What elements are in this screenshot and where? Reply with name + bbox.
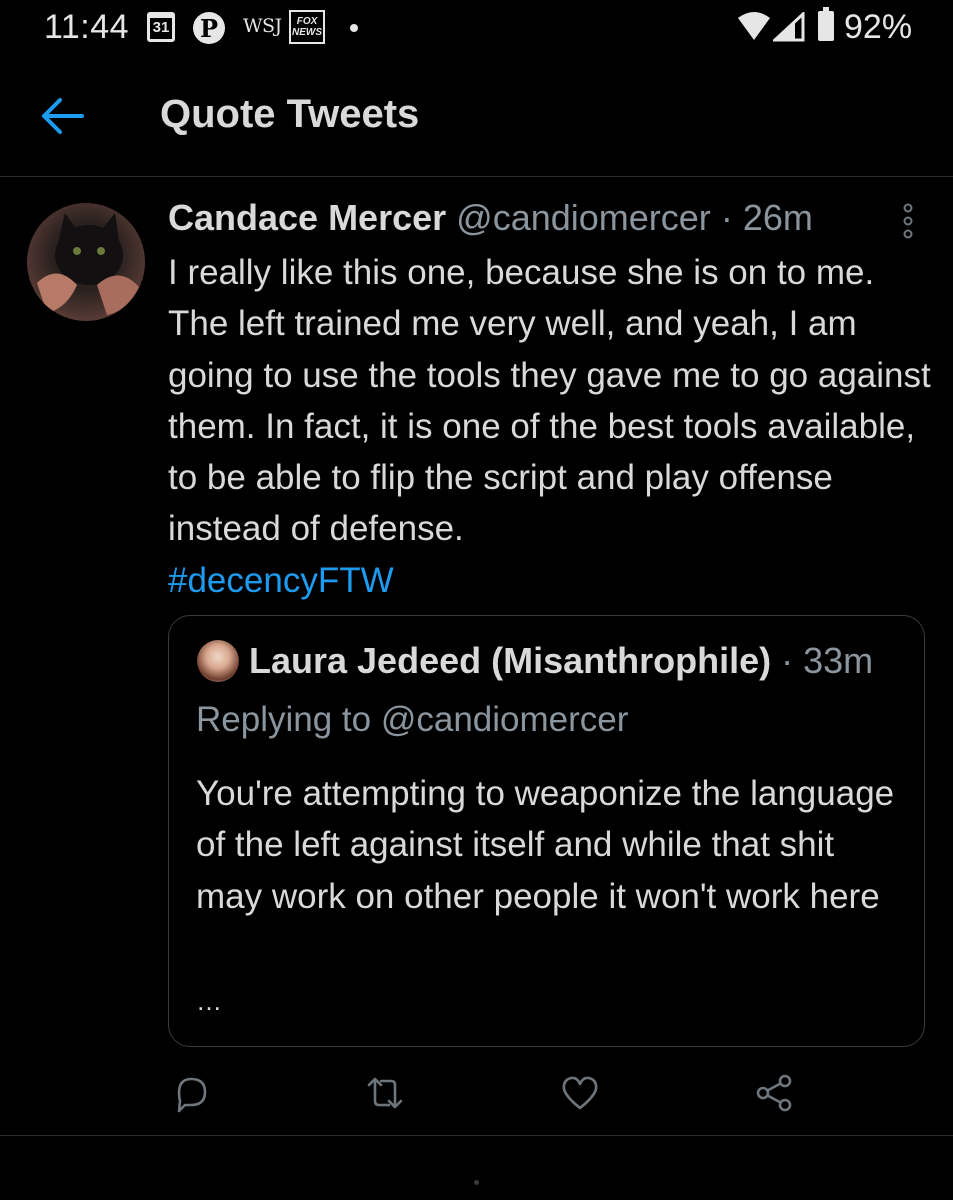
fox-label-line1: FOX (296, 16, 318, 27)
meta-separator: · (720, 197, 733, 238)
back-button[interactable] (38, 94, 86, 138)
quoted-tweet-header: Laura Jedeed (Misanthrophile) · 33m (249, 640, 873, 682)
battery-percent: 92% (844, 8, 913, 46)
share-icon (756, 1074, 792, 1112)
arrow-left-icon (42, 98, 84, 134)
quoted-tweet-text: You're attempting to weaponize the langu… (196, 774, 895, 916)
quoted-meta-separator: · (781, 640, 794, 681)
fox-label-line2: NEWS (292, 27, 322, 38)
scroll-indicator-dot (474, 1180, 479, 1185)
quoted-tweet-time: 33m (803, 640, 874, 681)
quoted-ellipsis: … (196, 986, 222, 1016)
author-name[interactable]: Candace Mercer (168, 197, 446, 238)
retweet-icon (367, 1077, 403, 1109)
quoted-author-name: Laura Jedeed (Misanthrophile) (249, 640, 772, 681)
tweet-text: I really like this one, because she is o… (168, 247, 938, 606)
retweet-button[interactable] (365, 1073, 405, 1113)
like-button[interactable] (560, 1073, 600, 1113)
quoted-avatar (197, 640, 239, 682)
share-button[interactable] (754, 1073, 794, 1113)
cat-avatar-icon (37, 213, 139, 315)
wsj-icon: WSJ (243, 15, 282, 37)
tweet-time: 26m (742, 197, 813, 238)
tweet-body-text: I really like this one, because she is o… (168, 253, 931, 549)
status-time: 11:44 (44, 8, 130, 46)
status-bar: 11:44 31 P WSJ FOX NEWS 92% (0, 0, 953, 58)
header: Quote Tweets (0, 58, 953, 177)
tweet-header: Candace Mercer @candiomercer · 26m (168, 197, 813, 239)
quoted-tweet-card[interactable]: Laura Jedeed (Misanthrophile) · 33m Repl… (168, 615, 925, 1047)
pinterest-icon: P (193, 12, 225, 44)
notification-dot-icon (350, 24, 358, 32)
hashtag-link[interactable]: #decencyFTW (168, 561, 394, 600)
signal-icon (773, 12, 805, 42)
battery-icon (818, 7, 834, 41)
calendar-icon: 31 (147, 12, 175, 42)
fox-news-icon: FOX NEWS (289, 10, 325, 44)
page-title: Quote Tweets (160, 92, 420, 136)
replying-to-label: Replying to @candiomercer (196, 700, 629, 739)
avatar[interactable] (27, 203, 145, 321)
reply-button[interactable] (171, 1073, 211, 1113)
like-icon (562, 1076, 598, 1110)
more-options-icon[interactable] (900, 203, 916, 239)
reply-icon (177, 1077, 207, 1113)
author-handle[interactable]: @candiomercer (456, 197, 711, 238)
quote-tweet[interactable]: Candace Mercer @candiomercer · 26m I rea… (0, 177, 953, 1136)
wifi-icon (738, 12, 770, 40)
